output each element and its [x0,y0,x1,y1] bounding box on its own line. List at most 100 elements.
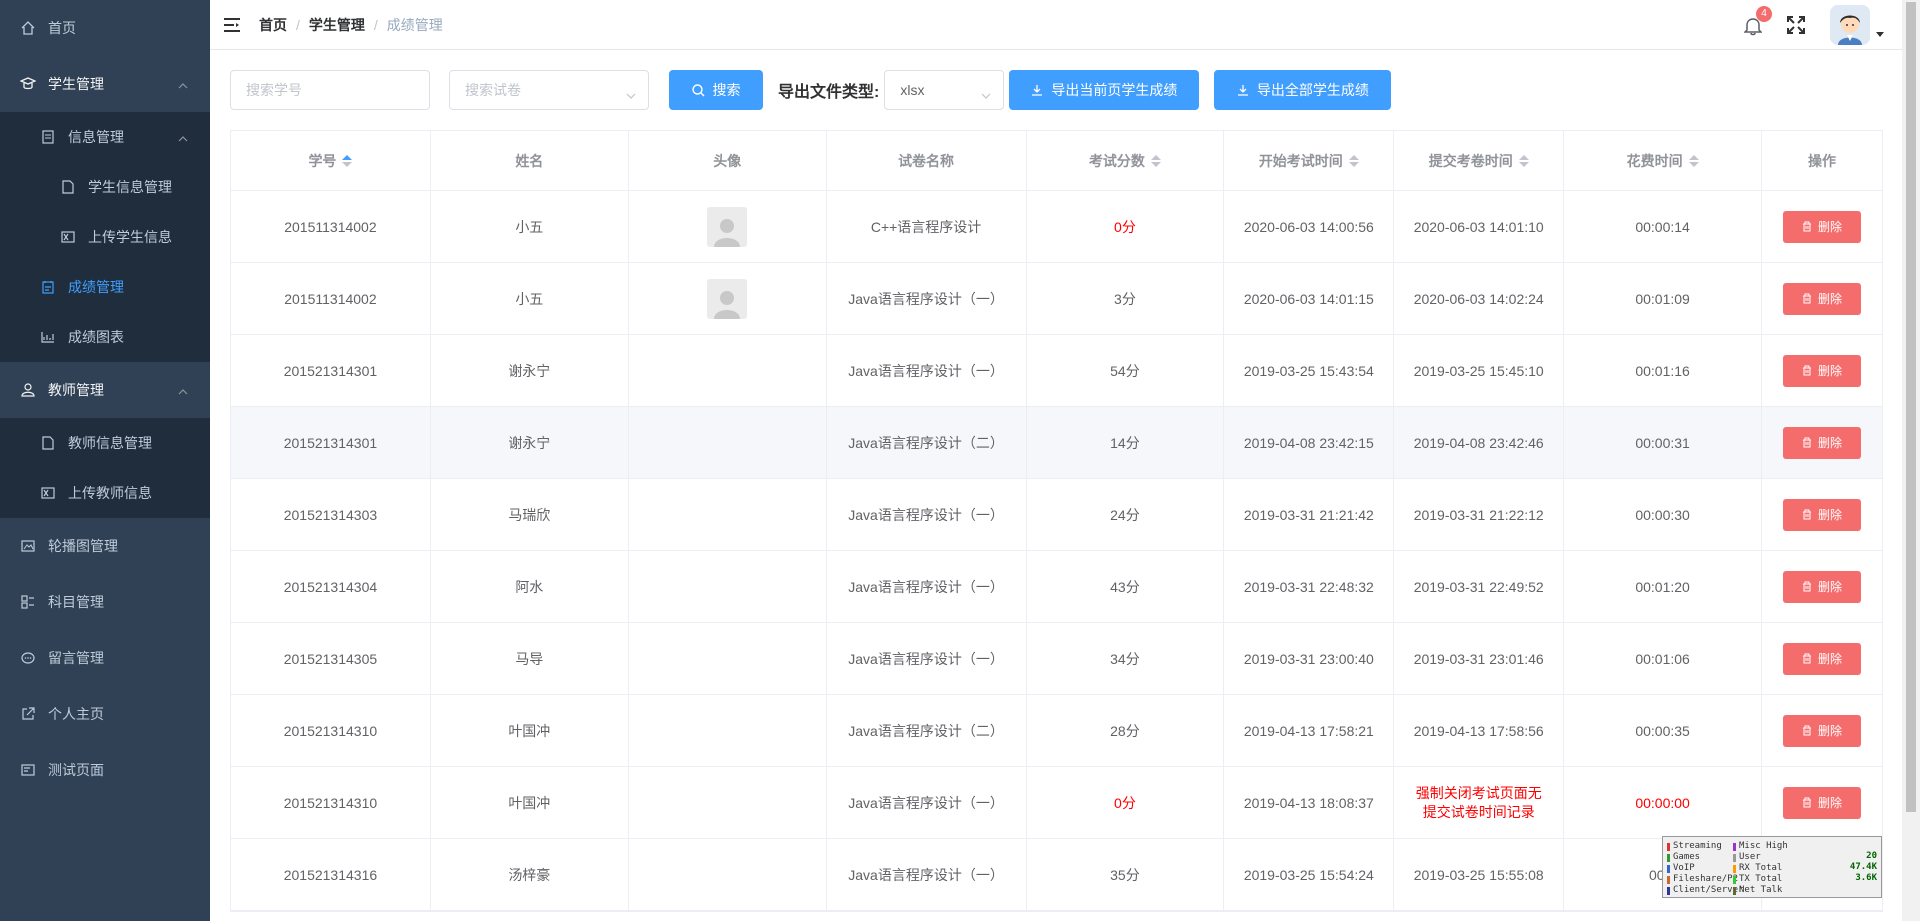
search-button[interactable]: 搜索 [669,70,763,110]
column-label: 提交考卷时间 [1428,152,1513,169]
vertical-scrollbar[interactable] [1902,0,1920,921]
sidebar-item-upload-student[interactable]: 上传学生信息 [0,212,210,262]
cell-start-time: 2019-03-31 21:21:42 [1224,479,1395,550]
sort-icon[interactable] [1348,154,1359,167]
column-label: 花费时间 [1626,152,1683,169]
delete-label: 删除 [1817,652,1842,666]
table-row[interactable]: 201521314303 马瑞欣 Java语言程序设计（一） 24分 2019-03-3… [231,479,1883,551]
sidebar-item-home[interactable]: 首页 [0,0,210,56]
table-body: 201511314002 小五 C++语言程序设计 0分 2020-06-03 14:0… [231,191,1883,911]
sidebar-item-label: 信息管理 [68,129,124,145]
sort-icon[interactable] [342,154,353,167]
sidebar-item-score-chart[interactable]: 成绩图表 [0,312,210,362]
network-legend-item: RX Total [1733,863,1788,874]
cell-student-id: 201521314301 [231,335,431,406]
cell-avatar [629,263,827,334]
cell-text: 3分 [1114,290,1136,307]
table-row[interactable]: 201521314310 叶国冲 Java语言程序设计（一） 0分 2019-04-13… [231,767,1883,839]
cell-name: 小五 [431,191,629,262]
avatar[interactable] [1830,5,1870,45]
table-row[interactable]: 201521314301 谢永宁 Java语言程序设计（二） 14分 2019-04-0… [231,407,1883,479]
sidebar-item-teacher-info[interactable]: 教师信息管理 [0,418,210,468]
trash-icon [1802,437,1812,448]
cell-text: 阿水 [515,578,544,595]
export-all-button[interactable]: 导出全部学生成绩 [1214,70,1392,110]
hamburger-icon[interactable] [222,15,242,35]
breadcrumb-student-management[interactable]: 学生管理 [309,15,365,35]
export-current-page-button[interactable]: 导出当前页学生成绩 [1009,70,1200,110]
trash-icon [1802,797,1812,808]
delete-button[interactable]: 删除 [1782,570,1861,603]
table-row[interactable]: 201521314301 谢永宁 Java语言程序设计（一） 54分 2019-03-2… [231,335,1883,407]
sidebar-item-student-info[interactable]: 学生信息管理 [0,162,210,212]
cell-text: Java语言程序设计（一） [848,794,1004,811]
table-row[interactable]: 201511314002 小五 Java语言程序设计（一） 3分 2020-06-03 … [231,263,1883,335]
cell-actions: 删除 [1762,407,1883,478]
scrollbar-thumb[interactable] [1906,2,1916,812]
chevron-up-icon [178,382,188,398]
delete-button[interactable]: 删除 [1782,714,1861,747]
sidebar-item-upload-teacher[interactable]: 上传教师信息 [0,468,210,518]
cell-duration: 00:00:00 [1564,767,1763,838]
column-header-start-time[interactable]: 开始考试时间 [1224,131,1395,190]
caret-down-icon[interactable] [1876,24,1884,40]
network-legend-item: Client/Server [1667,885,1743,896]
cell-text: 14分 [1110,434,1140,451]
breadcrumb-home[interactable]: 首页 [259,15,287,35]
column-header-score[interactable]: 考试分数 [1027,131,1225,190]
cell-duration: 00:01:20 [1564,551,1763,622]
column-header-submit-time[interactable]: 提交考卷时间 [1394,131,1565,190]
sort-icon[interactable] [1518,154,1529,167]
table-row[interactable]: 201521314316 汤梓豪 Java语言程序设计（一） 35分 2019-03-2… [231,839,1883,911]
network-value: 3.6K [1855,873,1877,883]
cell-duration: 00:00:14 [1564,191,1763,262]
delete-button[interactable]: 删除 [1782,786,1861,819]
cell-text: 201521314310 [283,722,378,739]
delete-button[interactable]: 删除 [1782,498,1861,531]
delete-button[interactable]: 删除 [1782,426,1861,459]
sort-icon[interactable] [1150,154,1161,167]
sidebar-item-message[interactable]: 留言管理 [0,630,210,686]
delete-button[interactable]: 删除 [1782,354,1861,387]
sidebar-item-profile[interactable]: 个人主页 [0,686,210,742]
fullscreen-icon[interactable] [1786,15,1806,35]
cell-text: 2019-03-31 21:22:12 [1413,506,1544,523]
cell-paper: Java语言程序设计（一） [827,551,1027,622]
paper-search-select[interactable]: 搜索试卷 [449,70,649,110]
network-monitor-right-list: Misc High User RX Total TX Total Net Talk [1733,841,1788,896]
cell-score: 54分 [1027,335,1225,406]
sidebar-item-info-management[interactable]: 信息管理 [0,112,210,162]
search-icon [691,83,705,97]
cell-text: 54分 [1110,362,1140,379]
table-row[interactable]: 201521314305 马导 Java语言程序设计（一） 34分 2019-03-31… [231,623,1883,695]
column-header-duration[interactable]: 花费时间 [1564,131,1763,190]
delete-button[interactable]: 删除 [1782,210,1861,243]
excel-icon [40,485,56,501]
delete-label: 删除 [1817,508,1842,522]
sort-icon[interactable] [1688,154,1699,167]
table-row[interactable]: 201511314002 小五 C++语言程序设计 0分 2020-06-03 14:0… [231,191,1883,263]
cell-text: 00:01:16 [1635,362,1690,379]
notification-button[interactable]: 4 [1743,6,1772,36]
table-row[interactable]: 201521314304 阿水 Java语言程序设计（一） 43分 2019-03-31… [231,551,1883,623]
sidebar-item-score-management[interactable]: 成绩管理 [0,262,210,312]
sidebar-item-teacher-management[interactable]: 教师管理 [0,362,210,418]
cell-student-id: 201521314316 [231,839,431,910]
cell-text: 马导 [515,650,544,667]
export-type-select[interactable]: xlsx [884,70,1005,110]
cell-text: 00:01:09 [1635,290,1690,307]
sidebar-item-subject[interactable]: 科目管理 [0,574,210,630]
sidebar-item-test[interactable]: 测试页面 [0,742,210,798]
delete-button[interactable]: 删除 [1782,282,1861,315]
trash-icon [1802,653,1812,664]
column-label: 操作 [1807,152,1836,169]
column-header-student-id[interactable]: 学号 [231,131,431,190]
sidebar-item-student-management[interactable]: 学生管理 [0,56,210,112]
cell-text: 00:00:31 [1635,434,1690,451]
delete-button[interactable]: 删除 [1782,642,1861,675]
student-id-search-input[interactable]: 搜索学号 [230,70,430,110]
table-row[interactable]: 201521314310 叶国冲 Java语言程序设计（二） 28分 2019-04-1… [231,695,1883,767]
export-all-label: 导出全部学生成绩 [1256,82,1369,98]
cell-paper: Java语言程序设计（一） [827,263,1027,334]
sidebar-item-carousel[interactable]: 轮播图管理 [0,518,210,574]
